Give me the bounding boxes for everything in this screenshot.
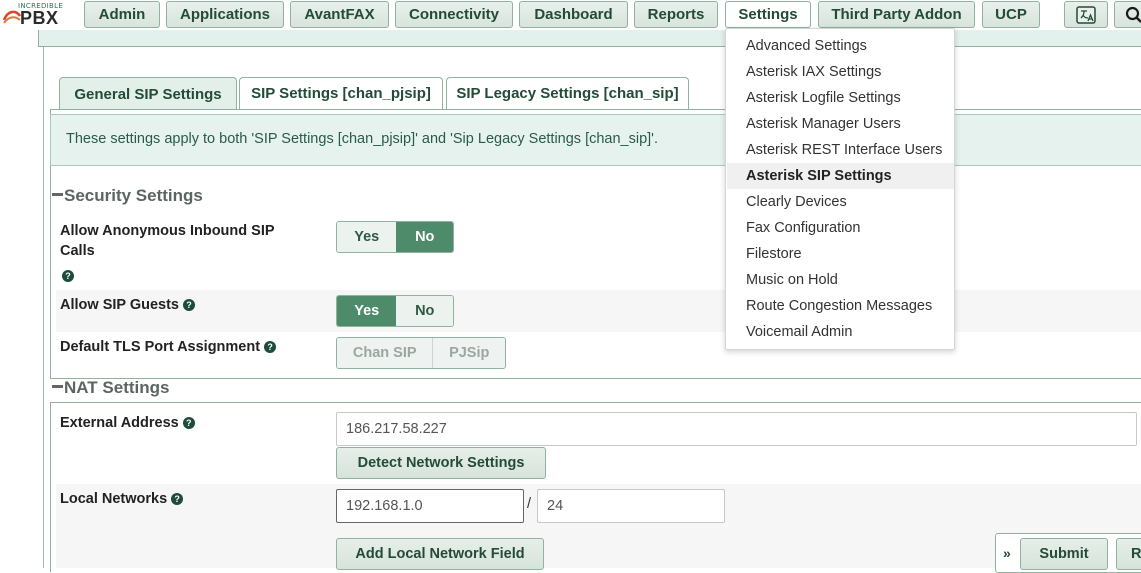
local-networks-label: Local Networks? [60,489,183,509]
nav-dashboard[interactable]: Dashboard [519,1,628,28]
settings-dropdown-menu: Advanced Settings Asterisk IAX Settings … [725,28,955,350]
allow-anonymous-toggle: Yes No [336,221,454,253]
tab-general-sip-settings[interactable]: General SIP Settings [59,77,237,110]
local-network-mask-input[interactable]: 24 [537,489,725,523]
menu-item-asterisk-sip-settings[interactable]: Asterisk SIP Settings [727,163,954,189]
menu-item-advanced-settings[interactable]: Advanced Settings [727,33,954,59]
tab-sip-legacy-settings[interactable]: SIP Legacy Settings [chan_sip] [446,77,689,109]
allow-anonymous-no[interactable]: No [396,222,453,252]
nav-connectivity[interactable]: Connectivity [395,1,513,28]
allow-sip-guests-label: Allow SIP Guests? [60,295,195,315]
allow-anonymous-label: Allow Anonymous Inbound SIP Calls [60,221,310,261]
nav-ucp[interactable]: UCP [982,1,1040,28]
language-button[interactable] [1064,1,1108,28]
logo-title: PBX [20,8,59,29]
menu-item-music-on-hold[interactable]: Music on Hold [727,267,954,293]
collapse-icon [52,385,63,388]
nav-admin[interactable]: Admin [84,1,160,28]
help-icon[interactable]: ? [264,341,276,353]
nav-reports[interactable]: Reports [634,1,718,28]
local-network-ip-input[interactable]: 192.168.1.0 [336,489,524,523]
submit-button[interactable]: Submit [1020,538,1108,570]
external-address-input[interactable]: 186.217.58.227 [336,412,1137,446]
nav-settings[interactable]: Settings [725,1,811,28]
security-settings-heading[interactable]: Security Settings [52,186,203,206]
top-navigation-bar: INCREDIBLE PBX Admin Applications AvantF… [0,0,1141,30]
row-background [56,290,1141,332]
menu-item-asterisk-iax-settings[interactable]: Asterisk IAX Settings [727,59,954,85]
default-tls-port-label: Default TLS Port Assignment? [60,337,276,357]
help-icon[interactable]: ? [183,299,195,311]
add-local-network-field-button[interactable]: Add Local Network Field [336,538,544,570]
nav-avantfax[interactable]: AvantFAX [290,1,389,28]
menu-item-route-congestion-messages[interactable]: Route Congestion Messages [727,293,954,319]
reset-button[interactable]: R [1116,538,1141,570]
external-address-label-text: External Address [60,415,179,431]
tls-chan-sip-option[interactable]: Chan SIP [337,338,433,368]
menu-item-asterisk-manager-users[interactable]: Asterisk Manager Users [727,111,954,137]
allow-anonymous-label-text: Allow Anonymous Inbound SIP Calls [60,223,274,259]
default-tls-port-toggle: Chan SIP PJSip [336,337,506,369]
content-border [43,47,44,568]
info-text: These settings apply to both 'SIP Settin… [66,131,658,147]
previous-section-strip [38,30,1141,47]
incredible-pbx-logo[interactable]: INCREDIBLE PBX [2,2,78,28]
help-icon[interactable]: ? [171,493,183,505]
tab-sip-settings-pjsip[interactable]: SIP Settings [chan_pjsip] [239,77,443,109]
action-bar-toggle-icon[interactable]: » [1003,545,1011,561]
nav-third-party-addon[interactable]: Third Party Addon [818,1,975,28]
menu-item-asterisk-rest-interface-users[interactable]: Asterisk REST Interface Users [727,137,954,163]
menu-item-fax-configuration[interactable]: Fax Configuration [727,215,954,241]
security-settings-title: Security Settings [64,186,203,205]
nat-settings-title: NAT Settings [64,378,169,397]
collapse-icon [52,193,63,196]
search-icon [1125,6,1141,24]
allow-sip-guests-label-text: Allow SIP Guests [60,297,179,313]
search-button[interactable] [1114,1,1141,28]
nat-settings-heading[interactable]: NAT Settings [52,378,169,398]
local-networks-label-text: Local Networks [60,491,167,507]
menu-item-asterisk-logfile-settings[interactable]: Asterisk Logfile Settings [727,85,954,111]
allow-sip-guests-no[interactable]: No [396,296,453,326]
external-address-label: External Address? [60,413,195,433]
detect-network-settings-button[interactable]: Detect Network Settings [336,447,546,479]
logo-swoosh-icon [2,8,22,26]
default-tls-port-label-text: Default TLS Port Assignment [60,339,260,355]
translate-icon [1076,5,1096,25]
menu-item-voicemail-admin[interactable]: Voicemail Admin [727,319,954,345]
help-icon[interactable]: ? [62,270,74,282]
allow-sip-guests-yes[interactable]: Yes [337,296,396,326]
subnet-separator: / [527,496,531,512]
menu-item-clearly-devices[interactable]: Clearly Devices [727,189,954,215]
tls-pjsip-option[interactable]: PJSip [433,338,505,368]
allow-anonymous-yes[interactable]: Yes [337,222,396,252]
allow-sip-guests-toggle: Yes No [336,295,454,327]
menu-item-filestore[interactable]: Filestore [727,241,954,267]
help-icon[interactable]: ? [183,417,195,429]
nav-applications[interactable]: Applications [166,1,284,28]
